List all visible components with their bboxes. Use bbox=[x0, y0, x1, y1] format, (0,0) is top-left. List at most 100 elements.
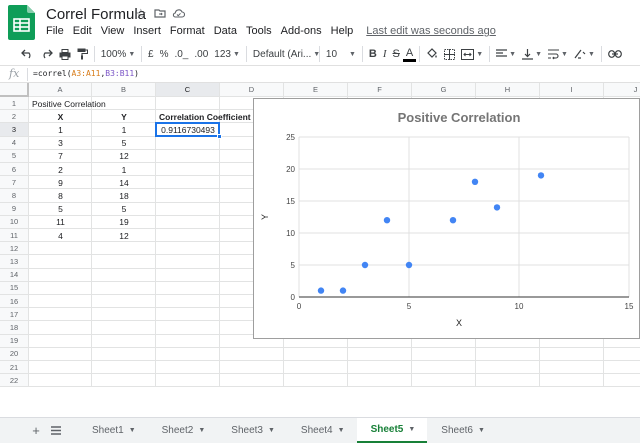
strikethrough-button[interactable]: S bbox=[390, 44, 403, 64]
insert-link-icon[interactable] bbox=[605, 44, 625, 64]
tab-menu-caret-icon[interactable]: ▼ bbox=[478, 427, 485, 434]
row-header-13[interactable]: 13 bbox=[0, 255, 29, 269]
grid-cell[interactable] bbox=[156, 242, 220, 256]
percent-button[interactable]: % bbox=[157, 44, 172, 64]
cell-x-value[interactable]: 2 bbox=[29, 163, 92, 176]
star-icon[interactable]: ☆ bbox=[135, 7, 147, 21]
grid-cell[interactable] bbox=[284, 361, 348, 375]
grid-cell[interactable] bbox=[604, 374, 640, 388]
grid-cell[interactable] bbox=[412, 374, 476, 388]
grid-cell[interactable] bbox=[156, 176, 220, 190]
grid-cell[interactable] bbox=[29, 242, 92, 256]
undo-icon[interactable] bbox=[18, 44, 37, 64]
borders-icon[interactable] bbox=[441, 44, 458, 64]
row-header-11[interactable]: 11 bbox=[0, 229, 29, 243]
grid-cell[interactable] bbox=[92, 281, 156, 295]
row-header-20[interactable]: 20 bbox=[0, 347, 29, 361]
text-wrapping-icon[interactable]: ▼ bbox=[545, 44, 571, 64]
cell-c3-result[interactable]: 0.9116730493 bbox=[156, 123, 220, 136]
grid-cell[interactable] bbox=[92, 361, 156, 375]
sheet-tab-sheet6[interactable]: Sheet6 ▼ bbox=[427, 418, 497, 443]
row-header-17[interactable]: 17 bbox=[0, 308, 29, 322]
grid-cell[interactable] bbox=[476, 361, 540, 375]
decrease-decimal-button[interactable]: .0_ bbox=[171, 44, 191, 64]
menu-view[interactable]: View bbox=[101, 25, 125, 39]
tab-menu-caret-icon[interactable]: ▼ bbox=[198, 427, 205, 434]
grid-cell[interactable] bbox=[156, 215, 220, 229]
row-header-4[interactable]: 4 bbox=[0, 136, 29, 150]
menu-help[interactable]: Help bbox=[331, 25, 354, 39]
row-header-22[interactable]: 22 bbox=[0, 374, 29, 388]
row-header-9[interactable]: 9 bbox=[0, 202, 29, 216]
grid-cell[interactable] bbox=[92, 321, 156, 335]
grid-cell[interactable] bbox=[92, 255, 156, 269]
grid-cell[interactable] bbox=[604, 348, 640, 361]
cell-y-value[interactable]: 5 bbox=[92, 203, 156, 216]
tab-menu-caret-icon[interactable]: ▼ bbox=[268, 427, 275, 434]
select-all-corner[interactable] bbox=[0, 83, 29, 97]
bold-button[interactable]: B bbox=[366, 44, 380, 64]
grid-cell[interactable] bbox=[156, 347, 220, 361]
grid-cell[interactable] bbox=[156, 229, 220, 243]
text-rotation-icon[interactable]: ▼ bbox=[571, 44, 598, 64]
grid-cell[interactable] bbox=[29, 374, 92, 388]
column-header-j[interactable]: J bbox=[604, 83, 640, 97]
cell-y-value[interactable]: 12 bbox=[92, 229, 156, 242]
column-header-d[interactable]: D bbox=[220, 83, 284, 97]
menu-data[interactable]: Data bbox=[214, 25, 237, 39]
sheet-tab-sheet4[interactable]: Sheet4 ▼ bbox=[287, 418, 357, 443]
row-header-12[interactable]: 12 bbox=[0, 242, 29, 256]
grid-cell[interactable] bbox=[156, 189, 220, 203]
font-select[interactable]: Default (Ari... ▼ bbox=[250, 44, 320, 64]
grid-cell[interactable] bbox=[29, 308, 92, 322]
grid-cell[interactable] bbox=[29, 347, 92, 361]
row-header-19[interactable]: 19 bbox=[0, 334, 29, 348]
grid-cell[interactable] bbox=[540, 374, 604, 388]
grid-cell[interactable] bbox=[156, 374, 220, 388]
column-header-i[interactable]: I bbox=[540, 83, 604, 97]
grid-cell[interactable] bbox=[156, 163, 220, 177]
sheet-tab-sheet3[interactable]: Sheet3 ▼ bbox=[217, 418, 287, 443]
grid-cell[interactable] bbox=[92, 334, 156, 348]
column-header-f[interactable]: F bbox=[348, 83, 412, 97]
paint-format-icon[interactable] bbox=[74, 44, 91, 64]
row-header-15[interactable]: 15 bbox=[0, 281, 29, 295]
fill-handle[interactable] bbox=[217, 133, 222, 139]
cell-x-value[interactable]: 7 bbox=[29, 150, 92, 163]
grid-cell[interactable] bbox=[156, 308, 220, 322]
grid-cell[interactable] bbox=[92, 242, 156, 256]
grid-cell[interactable] bbox=[156, 136, 220, 150]
tab-menu-caret-icon[interactable]: ▼ bbox=[408, 426, 415, 433]
row-header-5[interactable]: 5 bbox=[0, 149, 29, 163]
grid-cell[interactable] bbox=[29, 321, 92, 335]
cell-x-value[interactable]: 5 bbox=[29, 203, 92, 216]
column-header-e[interactable]: E bbox=[284, 83, 348, 97]
document-title[interactable]: Correl Formula bbox=[46, 5, 146, 24]
grid-cell[interactable] bbox=[540, 347, 604, 361]
grid-cell[interactable] bbox=[348, 361, 412, 375]
grid-cell[interactable] bbox=[29, 295, 92, 309]
grid-cell[interactable] bbox=[156, 334, 220, 348]
cell-x-value[interactable]: 11 bbox=[29, 216, 92, 229]
grid-cell[interactable] bbox=[156, 149, 220, 163]
menu-edit[interactable]: Edit bbox=[73, 25, 92, 39]
grid-cell[interactable] bbox=[156, 295, 220, 309]
row-header-21[interactable]: 21 bbox=[0, 361, 29, 375]
menu-file[interactable]: File bbox=[46, 25, 64, 39]
tab-menu-caret-icon[interactable]: ▼ bbox=[338, 427, 345, 434]
cell-y-value[interactable]: 5 bbox=[92, 137, 156, 150]
redo-icon[interactable] bbox=[37, 44, 56, 64]
tab-menu-caret-icon[interactable]: ▼ bbox=[129, 427, 136, 434]
row-header-14[interactable]: 14 bbox=[0, 268, 29, 282]
row-header-7[interactable]: 7 bbox=[0, 176, 29, 190]
cell-y-value[interactable]: 19 bbox=[92, 216, 156, 229]
grid-cell[interactable] bbox=[348, 374, 412, 388]
grid-cell[interactable] bbox=[220, 347, 284, 361]
column-header-h[interactable]: H bbox=[476, 83, 540, 97]
vertical-align-icon[interactable]: ▼ bbox=[519, 44, 545, 64]
row-header-2[interactable]: 2 bbox=[0, 110, 29, 124]
sheets-logo[interactable] bbox=[8, 5, 35, 40]
grid-cell[interactable] bbox=[156, 255, 220, 269]
cell-b2-header-y[interactable]: Y bbox=[92, 110, 156, 123]
grid-cell[interactable] bbox=[412, 361, 476, 375]
